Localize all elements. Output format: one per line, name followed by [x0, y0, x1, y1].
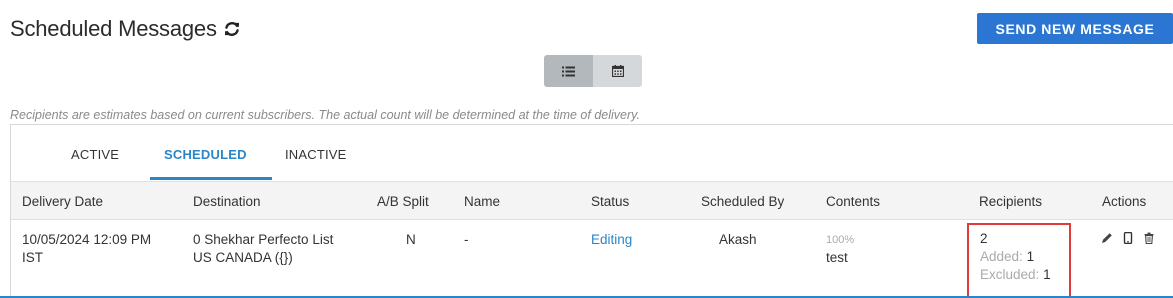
- column-header-recipients[interactable]: Recipients: [979, 194, 1042, 209]
- page-title: Scheduled Messages: [10, 16, 241, 42]
- contents-cell[interactable]: 100% test: [826, 231, 854, 267]
- messages-panel: ACTIVE SCHEDULED INACTIVE Delivery Date …: [10, 124, 1173, 298]
- send-new-message-button[interactable]: SEND NEW MESSAGE: [977, 13, 1173, 44]
- recipients-highlight-box: [967, 223, 1071, 298]
- delivery-date: 10/05/2024 12:09 PM: [22, 232, 152, 247]
- column-header-contents[interactable]: Contents: [826, 194, 880, 209]
- ab-split-cell: N: [406, 232, 416, 247]
- calendar-view-button[interactable]: [593, 55, 642, 87]
- column-header-scheduled-by[interactable]: Scheduled By: [701, 194, 784, 209]
- contents-percent: 100%: [826, 234, 855, 246]
- view-toggle: [544, 55, 642, 87]
- status-link[interactable]: Editing: [591, 231, 632, 249]
- refresh-icon[interactable]: [223, 20, 241, 38]
- pencil-icon[interactable]: [1101, 232, 1113, 244]
- tab-bar: ACTIVE SCHEDULED INACTIVE: [11, 125, 1173, 181]
- page-title-text: Scheduled Messages: [10, 16, 217, 41]
- recipients-note: Recipients are estimates based on curren…: [10, 108, 640, 122]
- destination-segment: US CANADA ({}): [193, 250, 293, 265]
- column-header-name[interactable]: Name: [464, 194, 500, 209]
- destination-list: 0 Shekhar Perfecto List: [193, 232, 334, 247]
- tab-active[interactable]: ACTIVE: [71, 147, 119, 162]
- calendar-icon: [611, 65, 624, 77]
- active-tab-indicator: [150, 177, 272, 180]
- list-icon: [562, 66, 575, 76]
- delivery-date-cell: 10/05/2024 12:09 PM IST: [22, 231, 151, 267]
- tab-scheduled[interactable]: SCHEDULED: [164, 147, 247, 162]
- contents-text: test: [826, 250, 848, 265]
- scheduled-by-cell: Akash: [719, 232, 757, 247]
- tab-inactive[interactable]: INACTIVE: [285, 147, 347, 162]
- destination-cell: 0 Shekhar Perfecto List US CANADA ({}): [193, 231, 333, 267]
- column-header-ab-split[interactable]: A/B Split: [377, 194, 429, 209]
- mobile-phone-icon[interactable]: [1122, 232, 1134, 244]
- table-header: Delivery Date Destination A/B Split Name…: [11, 181, 1173, 220]
- column-header-status[interactable]: Status: [591, 194, 629, 209]
- column-header-delivery-date[interactable]: Delivery Date: [22, 194, 103, 209]
- delivery-timezone: IST: [22, 250, 44, 265]
- name-cell: -: [464, 232, 469, 247]
- column-header-destination[interactable]: Destination: [193, 194, 261, 209]
- list-view-button[interactable]: [544, 55, 593, 87]
- column-header-actions: Actions: [1102, 194, 1147, 209]
- row-actions: [1101, 232, 1155, 244]
- trash-icon[interactable]: [1143, 232, 1155, 244]
